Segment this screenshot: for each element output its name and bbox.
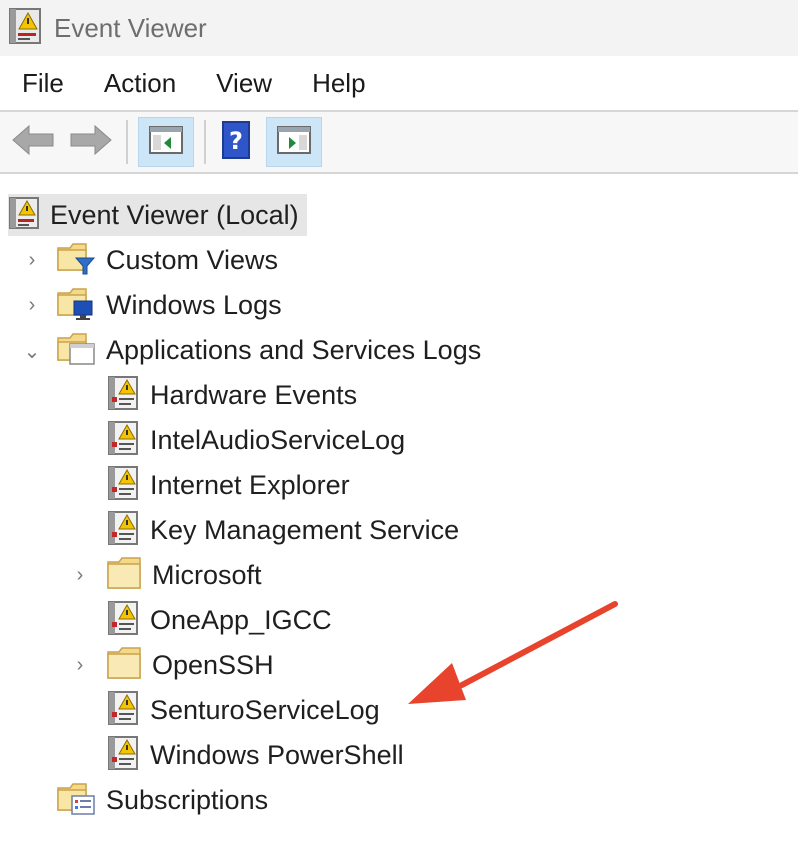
chevron-right-icon[interactable]: ›	[22, 249, 42, 272]
help-icon: ?	[222, 120, 250, 164]
svg-text:?: ?	[229, 127, 243, 155]
log-icon	[106, 510, 140, 551]
menu-view[interactable]: View	[196, 56, 292, 110]
tree-item-label: Subscriptions	[106, 784, 269, 815]
event-viewer-icon	[8, 196, 40, 235]
title-bar: Event Viewer	[0, 0, 798, 56]
tree-item-windows-powershell[interactable]: Windows PowerShell	[106, 734, 404, 776]
menu-action[interactable]: Action	[84, 56, 196, 110]
tree-item-label: OneApp_IGCC	[150, 604, 332, 635]
tree-item-label: Event Viewer (Local)	[50, 199, 299, 230]
menu-bar: File Action View Help	[0, 56, 798, 112]
tree-item-intel-audio-service-log[interactable]: IntelAudioServiceLog	[106, 419, 405, 461]
toolbar-separator	[126, 120, 128, 164]
folder-icon	[106, 646, 142, 685]
log-icon	[106, 465, 140, 506]
tree-item-label: Hardware Events	[150, 379, 358, 410]
forward-button[interactable]	[66, 120, 116, 164]
tree-item-label: SenturoServiceLog	[150, 694, 380, 725]
console-tree: Event Viewer (Local) › Custom Views › Wi…	[0, 188, 798, 854]
show-hide-console-tree-button[interactable]	[138, 117, 194, 167]
forward-arrow-icon	[69, 124, 113, 161]
tree-item-label: Key Management Service	[150, 514, 460, 545]
tree-item-windows-logs[interactable]: Windows Logs	[56, 284, 282, 326]
back-arrow-icon	[11, 124, 55, 161]
toolbar-separator	[204, 120, 206, 164]
back-button[interactable]	[8, 120, 58, 164]
chevron-right-icon[interactable]: ›	[70, 564, 90, 587]
show-hide-action-pane-button[interactable]	[266, 117, 322, 167]
tree-item-internet-explorer[interactable]: Internet Explorer	[106, 464, 350, 506]
menu-help[interactable]: Help	[292, 56, 385, 110]
tree-root-event-viewer-local[interactable]: Event Viewer (Local)	[8, 194, 307, 236]
windows-logs-folder-icon	[56, 285, 96, 326]
help-button[interactable]: ?	[216, 120, 256, 164]
log-icon	[106, 735, 140, 776]
tree-item-label: OpenSSH	[152, 649, 274, 680]
tree-item-label: Applications and Services Logs	[106, 334, 482, 365]
console-tree-icon	[149, 125, 183, 159]
open-folder-icon	[56, 330, 96, 371]
chevron-right-icon[interactable]: ›	[70, 654, 90, 677]
log-icon	[106, 600, 140, 641]
tree-item-applications-services-logs[interactable]: Applications and Services Logs	[56, 329, 481, 371]
tree-item-label: IntelAudioServiceLog	[150, 424, 406, 455]
filter-folder-icon	[56, 240, 96, 281]
tree-item-senturo-service-log[interactable]: SenturoServiceLog	[106, 689, 380, 731]
action-pane-icon	[277, 125, 311, 159]
chevron-right-icon[interactable]: ›	[22, 294, 42, 317]
menu-file[interactable]: File	[0, 56, 84, 110]
tree-item-key-management-service[interactable]: Key Management Service	[106, 509, 459, 551]
window-title: Event Viewer	[54, 12, 207, 43]
chevron-down-icon[interactable]: ⌄	[22, 339, 42, 364]
log-icon	[106, 420, 140, 461]
subscriptions-icon	[56, 780, 96, 821]
tree-item-openssh[interactable]: OpenSSH	[106, 644, 274, 686]
event-viewer-icon	[8, 7, 42, 50]
log-icon	[106, 375, 140, 416]
tree-item-microsoft[interactable]: Microsoft	[106, 554, 262, 596]
tree-item-label: Windows Logs	[106, 289, 282, 320]
tree-item-custom-views[interactable]: Custom Views	[56, 239, 278, 281]
tree-item-subscriptions[interactable]: Subscriptions	[56, 779, 268, 821]
folder-icon	[106, 556, 142, 595]
tree-item-label: Microsoft	[152, 559, 262, 590]
tree-item-label: Internet Explorer	[150, 469, 350, 500]
toolbar: ?	[0, 112, 798, 174]
tree-item-hardware-events[interactable]: Hardware Events	[106, 374, 357, 416]
tree-item-oneapp-igcc[interactable]: OneApp_IGCC	[106, 599, 332, 641]
tree-item-label: Windows PowerShell	[150, 739, 404, 770]
tree-item-label: Custom Views	[106, 244, 279, 275]
log-icon	[106, 690, 140, 731]
